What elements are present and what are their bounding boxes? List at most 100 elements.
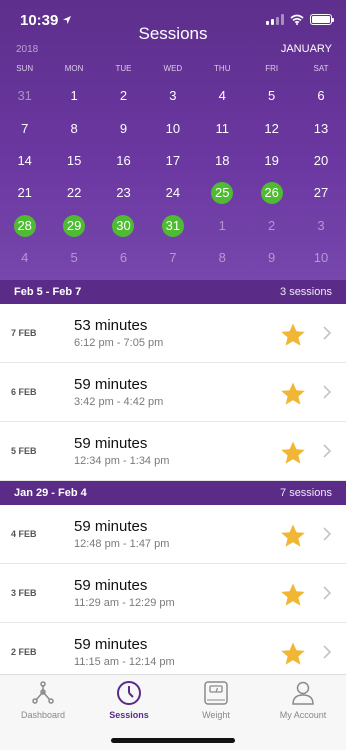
calendar-day-cell[interactable]: 27	[296, 177, 345, 209]
calendar-day: 6	[119, 250, 128, 266]
scale-icon	[204, 681, 228, 705]
calendar-day-cell[interactable]: 14	[0, 145, 49, 177]
calendar-day-cell[interactable]: 31	[148, 210, 197, 242]
tab-weight[interactable]: Weight	[173, 679, 259, 720]
calendar-day-cell[interactable]: 12	[247, 112, 296, 144]
calendar-week: 28 29 30 31 1 2 3	[0, 210, 346, 242]
session-date: 6 FEB	[11, 387, 37, 397]
account-icon	[292, 681, 314, 705]
chevron-right-icon	[322, 527, 332, 541]
calendar-day-cell[interactable]: 21	[0, 177, 49, 209]
calendar-day-cell[interactable]: 13	[296, 112, 345, 144]
session-row[interactable]: 4 FEB 59 minutes 12:48 pm - 1:47 pm	[0, 505, 346, 564]
calendar-week: 14 15 16 17 18 19 20	[0, 145, 346, 177]
calendar-day: 7	[169, 250, 177, 266]
weekday-row: SUN MON TUE WED THU FRI SAT	[0, 60, 346, 80]
tab-my-account[interactable]: My Account	[260, 679, 346, 720]
calendar-day-cell[interactable]: 10	[296, 242, 345, 274]
calendar-day-cell[interactable]: 17	[148, 145, 197, 177]
calendar-day-cell[interactable]: 3	[296, 210, 345, 242]
calendar-day-cell[interactable]: 7	[0, 112, 49, 144]
calendar-day: 10	[165, 120, 181, 136]
calendar-day-cell[interactable]: 7	[148, 242, 197, 274]
weekday-label: FRI	[265, 64, 279, 73]
calendar-day-cell[interactable]: 28	[0, 210, 49, 242]
session-row[interactable]: 6 FEB 59 minutes 3:42 pm - 4:42 pm	[0, 363, 346, 422]
chevron-right-icon	[322, 444, 332, 458]
calendar-day-cell[interactable]: 30	[99, 210, 148, 242]
calendar-day-cell[interactable]: 1	[198, 210, 247, 242]
calendar-day-cell[interactable]: 10	[148, 112, 197, 144]
calendar-day: 2	[119, 88, 128, 104]
calendar-day-cell[interactable]: 8	[49, 112, 98, 144]
calendar-day-cell[interactable]: 9	[99, 112, 148, 144]
calendar-day-cell[interactable]: 6	[99, 242, 148, 274]
calendar-day-cell[interactable]: 6	[296, 80, 345, 112]
tab-label: Weight	[202, 710, 230, 720]
calendar-day-cell[interactable]: 15	[49, 145, 98, 177]
star-icon	[280, 322, 306, 348]
calendar-day: 9	[119, 120, 128, 136]
calendar-day-cell[interactable]: 4	[0, 242, 49, 274]
tab-dashboard[interactable]: Dashboard	[0, 679, 86, 720]
calendar-day: 3	[169, 88, 177, 104]
calendar-day-cell[interactable]: 8	[198, 242, 247, 274]
calendar-day-cell[interactable]: 1	[49, 80, 98, 112]
calendar-month[interactable]: JANUARY	[281, 43, 332, 55]
tab-label: Dashboard	[20, 710, 66, 720]
calendar-day-cell[interactable]: 9	[247, 242, 296, 274]
weekday-label: WED	[163, 64, 183, 73]
session-duration: 53 minutes	[74, 317, 148, 334]
calendar-day-cell[interactable]: 18	[198, 145, 247, 177]
weekday-label: TUE	[115, 64, 132, 73]
calendar-week: 21 22 23 24 25 26 27	[0, 177, 346, 209]
calendar-day-cell[interactable]: 31	[0, 80, 49, 112]
calendar-day-with-session: 30	[112, 214, 135, 237]
calendar-day: 15	[66, 152, 82, 168]
session-row[interactable]: 7 FEB 53 minutes 6:12 pm - 7:05 pm	[0, 304, 346, 363]
session-time-range: 12:34 pm - 1:34 pm	[74, 455, 170, 467]
calendar-day: 13	[313, 120, 329, 136]
session-duration: 59 minutes	[74, 577, 148, 594]
calendar-day-cell[interactable]: 25	[198, 177, 247, 209]
calendar-day-cell[interactable]: 24	[148, 177, 197, 209]
calendar-day: 5	[268, 88, 276, 104]
calendar-day-cell[interactable]: 22	[49, 177, 98, 209]
session-row[interactable]: 5 FEB 59 minutes 12:34 pm - 1:34 pm	[0, 422, 346, 481]
star-icon	[280, 582, 306, 608]
calendar-day-cell[interactable]: 2	[99, 80, 148, 112]
calendar-day-cell[interactable]: 2	[247, 210, 296, 242]
weekday-label: MON	[64, 64, 84, 73]
calendar-day: 17	[165, 152, 181, 168]
star-icon	[280, 523, 306, 549]
session-row[interactable]: 3 FEB 59 minutes 11:29 am - 12:29 pm	[0, 564, 346, 623]
calendar-day-with-session: 25	[211, 182, 234, 205]
calendar-day-cell[interactable]: 5	[49, 242, 98, 274]
calendar-day: 9	[268, 250, 276, 266]
calendar-day: 8	[218, 250, 226, 266]
tab-sessions[interactable]: Sessions	[86, 679, 172, 720]
calendar-day: 24	[165, 185, 181, 201]
calendar-day: 4	[218, 88, 226, 104]
page-title: Sessions	[138, 24, 208, 43]
calendar-day: 23	[116, 185, 131, 201]
chevron-right-icon	[322, 645, 332, 659]
calendar-day-cell[interactable]: 20	[296, 145, 345, 177]
calendar-day: 22	[66, 185, 82, 201]
tab-label: Sessions	[109, 710, 149, 720]
calendar-day-cell[interactable]: 29	[49, 210, 98, 242]
calendar-day-cell[interactable]: 19	[247, 145, 296, 177]
calendar-day-cell[interactable]: 3	[148, 80, 197, 112]
calendar-day-cell[interactable]: 16	[99, 145, 148, 177]
calendar-day-with-session: 31	[161, 214, 184, 237]
calendar-day-cell[interactable]: 4	[198, 80, 247, 112]
calendar-day: 21	[17, 185, 32, 201]
home-indicator[interactable]	[111, 738, 235, 743]
calendar-day: 31	[17, 88, 32, 104]
calendar-day: 8	[70, 120, 78, 136]
calendar-day-cell[interactable]: 5	[247, 80, 296, 112]
calendar-day-cell[interactable]: 26	[247, 177, 296, 209]
calendar-day-cell[interactable]: 23	[99, 177, 148, 209]
calendar-day: 11	[215, 120, 230, 136]
calendar-day-cell[interactable]: 11	[198, 112, 247, 144]
